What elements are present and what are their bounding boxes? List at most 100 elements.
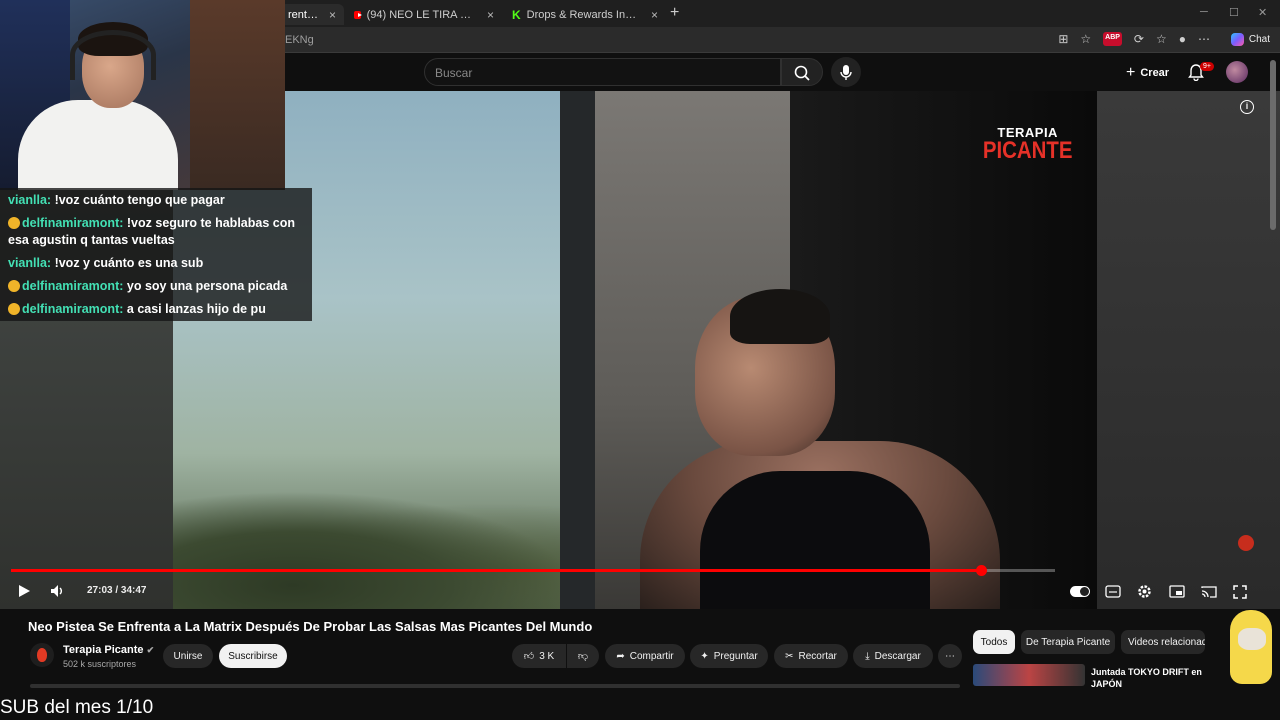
clip-label: Recortar bbox=[798, 650, 837, 662]
profile-icon[interactable]: ● bbox=[1179, 32, 1186, 46]
video-pillar bbox=[560, 91, 600, 609]
volume-icon[interactable] bbox=[50, 584, 66, 598]
channel-watermark: TERAPIA PICANTE bbox=[975, 126, 1080, 163]
notification-count-badge: 9+ bbox=[1200, 62, 1214, 71]
cast-icon[interactable] bbox=[1201, 585, 1217, 598]
maximize-icon[interactable]: ☐ bbox=[1229, 6, 1239, 19]
close-tab-icon[interactable]: × bbox=[487, 8, 494, 22]
verified-icon: ✔ bbox=[146, 645, 155, 655]
chat-username: delfinamiramont: bbox=[22, 279, 124, 293]
related-title-line1: Juntada TOKYO DRIFT en bbox=[1091, 667, 1202, 677]
progress-scrubber[interactable] bbox=[975, 565, 987, 576]
subscribe-button[interactable]: Suscribirse bbox=[219, 644, 287, 668]
miniplayer-icon[interactable] bbox=[1169, 585, 1185, 598]
channel-avatar[interactable] bbox=[30, 643, 54, 667]
microphone-icon bbox=[840, 65, 852, 80]
headset-icon bbox=[70, 30, 156, 80]
channel-name-text: Terapia Picante bbox=[63, 644, 144, 656]
chip-label: Videos relacionad bbox=[1128, 636, 1205, 648]
voice-search-button[interactable] bbox=[831, 57, 861, 87]
chat-message: vianlla: !voz cuánto tengo que pagar bbox=[8, 192, 304, 209]
search-icon bbox=[794, 65, 810, 81]
plus-icon: + bbox=[1126, 64, 1136, 81]
search-input[interactable]: Buscar bbox=[424, 58, 781, 86]
chip-all[interactable]: Todos bbox=[973, 630, 1015, 654]
clip-button[interactable]: ✂ Recortar bbox=[774, 644, 848, 668]
related-video-title[interactable]: Juntada TOKYO DRIFT en JAPÓN bbox=[1091, 666, 1202, 690]
close-tab-icon[interactable]: × bbox=[329, 8, 336, 22]
chat-username: delfinamiramont: bbox=[22, 216, 124, 230]
related-video-thumbnail[interactable] bbox=[973, 664, 1085, 686]
join-button[interactable]: Unirse bbox=[163, 644, 213, 668]
fullscreen-icon[interactable] bbox=[1233, 585, 1247, 599]
chat-label: Chat bbox=[1248, 34, 1270, 45]
like-button[interactable]: 👍︎ 3 K bbox=[512, 644, 566, 668]
horizontal-scrollbar[interactable] bbox=[30, 684, 960, 688]
progress-played bbox=[11, 569, 981, 572]
chip-related[interactable]: Videos relacionad bbox=[1121, 630, 1205, 654]
settings-gear-icon[interactable] bbox=[1137, 584, 1152, 599]
chip-channel[interactable]: De Terapia Picante bbox=[1021, 630, 1115, 654]
new-tab-button[interactable]: + bbox=[670, 4, 679, 22]
share-icon: ➦ bbox=[616, 650, 625, 662]
apps-icon[interactable]: ⊞ bbox=[1058, 32, 1068, 46]
kick-favicon-icon: K bbox=[512, 7, 521, 22]
play-icon[interactable] bbox=[17, 584, 31, 598]
share-label: Compartir bbox=[629, 650, 674, 662]
account-avatar[interactable] bbox=[1226, 61, 1248, 83]
adblock-icon[interactable]: ABP bbox=[1103, 32, 1122, 46]
create-button[interactable]: + Crear bbox=[1126, 64, 1169, 82]
create-label: Crear bbox=[1140, 67, 1170, 79]
chat-text: a casi lanzas hijo de pu bbox=[126, 302, 266, 316]
like-count: 3 K bbox=[539, 650, 555, 662]
tab-title: (94) NEO LE TIRA BEEF A PEPPA PI bbox=[366, 8, 477, 21]
minimize-icon[interactable]: ─ bbox=[1200, 6, 1208, 18]
time-display: 27:03 / 34:47 bbox=[87, 585, 147, 596]
sub-of-month-banner: SUB del mes 1/10 bbox=[0, 697, 154, 718]
info-icon[interactable]: i bbox=[1240, 100, 1254, 114]
player-side-area bbox=[1097, 91, 1280, 609]
tab-title: Drops & Rewards Inventory - Kick bbox=[526, 8, 641, 21]
subscriber-badge-icon bbox=[8, 217, 20, 229]
tab-current[interactable]: renta a La M × bbox=[280, 4, 344, 25]
page-scrollbar[interactable] bbox=[1270, 60, 1276, 230]
subtitles-icon[interactable] bbox=[1105, 585, 1121, 598]
autoplay-toggle[interactable] bbox=[1070, 586, 1090, 597]
channel-flame-icon[interactable] bbox=[1238, 535, 1254, 551]
chat-text: yo soy una persona picada bbox=[126, 279, 288, 293]
progress-bar[interactable] bbox=[11, 565, 1055, 576]
more-menu-icon[interactable]: ⋯ bbox=[1198, 32, 1210, 46]
ask-button[interactable]: ✦ Preguntar bbox=[690, 644, 768, 668]
search-button[interactable] bbox=[781, 58, 823, 86]
copilot-chat-button[interactable]: Chat bbox=[1230, 33, 1270, 46]
tab-kick[interactable]: K Drops & Rewards Inventory - Kick × bbox=[504, 4, 666, 25]
tab-title: renta a La M bbox=[288, 8, 319, 21]
video-person-hair bbox=[730, 289, 830, 344]
tab-youtube[interactable]: (94) NEO LE TIRA BEEF A PEPPA PI × bbox=[346, 4, 502, 25]
share-button[interactable]: ➦ Compartir bbox=[605, 644, 685, 668]
channel-name[interactable]: Terapia Picante ✔ bbox=[63, 644, 154, 656]
more-icon: ⋯ bbox=[945, 650, 955, 662]
download-label: Descargar bbox=[874, 650, 921, 662]
webcam-shirt bbox=[18, 100, 178, 190]
join-label: Unirse bbox=[173, 650, 203, 662]
flame-logo-icon bbox=[37, 648, 47, 662]
dislike-button[interactable]: 👎︎ bbox=[567, 644, 599, 668]
close-tab-icon[interactable]: × bbox=[651, 8, 658, 22]
stream-chat-overlay: vianlla: !voz cuánto tengo que pagar del… bbox=[0, 188, 312, 321]
favorite-star-icon[interactable]: ☆ bbox=[1080, 32, 1091, 46]
subscriber-badge-icon bbox=[8, 280, 20, 292]
download-button[interactable]: ⤓ Descargar bbox=[853, 644, 933, 668]
extension-icon[interactable]: ⟳ bbox=[1134, 32, 1144, 46]
url-text: EKNg bbox=[285, 34, 314, 46]
favorites-icon[interactable]: ☆ bbox=[1156, 32, 1167, 46]
sparkle-icon: ✦ bbox=[700, 650, 709, 662]
chat-text: !voz y cuánto es una sub bbox=[54, 256, 204, 270]
copilot-icon bbox=[1230, 33, 1244, 46]
more-actions-button[interactable]: ⋯ bbox=[938, 644, 962, 668]
window-close-icon[interactable]: ✕ bbox=[1258, 6, 1267, 19]
screen: renta a La M × (94) NEO LE TIRA BEEF A P… bbox=[0, 0, 1280, 720]
chat-message: delfinamiramont: !voz seguro te hablabas… bbox=[8, 215, 304, 249]
download-icon: ⤓ bbox=[865, 650, 870, 662]
chat-message: delfinamiramont: a casi lanzas hijo de p… bbox=[8, 301, 304, 318]
